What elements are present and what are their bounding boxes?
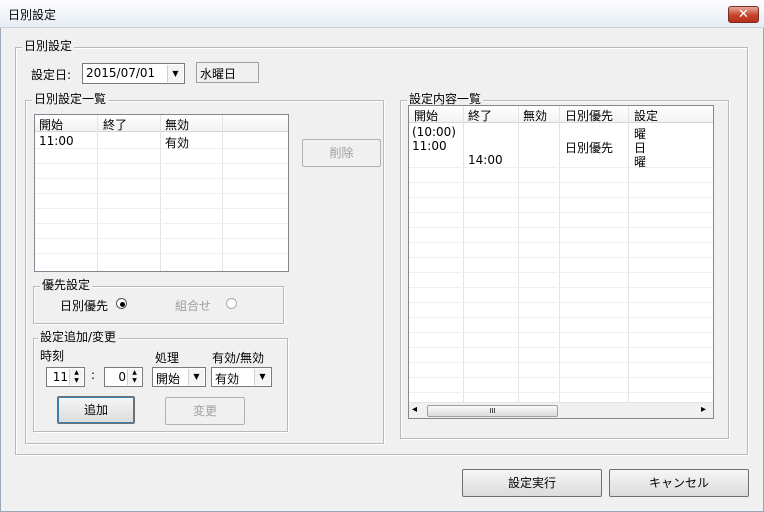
process-value: 開始	[156, 372, 181, 386]
daily-list-legend: 日別設定一覧	[32, 92, 109, 106]
priority-daily-radio[interactable]	[116, 298, 127, 309]
col-header-end[interactable]: 終了	[103, 116, 127, 133]
col-header-setting[interactable]: 設定	[634, 107, 658, 124]
valid-select[interactable]: 有効 ▼	[211, 367, 272, 387]
horizontal-scrollbar[interactable]: ◂ III ▸	[409, 402, 713, 418]
col-header-priority[interactable]: 日別優先	[565, 107, 613, 124]
date-label: 設定日:	[31, 68, 72, 82]
col-header-invalid[interactable]: 無効	[523, 107, 547, 124]
scroll-right-icon[interactable]: ▸	[701, 404, 706, 415]
hour-stepper[interactable]: 11 ▲ ▼	[46, 367, 85, 387]
priority-legend: 優先設定	[40, 278, 93, 292]
scroll-grip-icon: III	[489, 407, 496, 415]
row-start: (10:00)	[412, 125, 456, 139]
date-picker[interactable]: 2015/07/01 ▼	[82, 63, 185, 84]
delete-button[interactable]: 削除	[302, 139, 381, 167]
row-start: 11:00	[412, 139, 447, 153]
time-label: 時刻	[40, 349, 65, 363]
minute-stepper[interactable]: 0 ▲ ▼	[104, 367, 143, 387]
row-setting: 曜	[634, 155, 647, 169]
date-value: 2015/07/01	[86, 66, 156, 80]
valid-value: 有効	[215, 372, 240, 386]
col-header-start[interactable]: 開始	[39, 116, 63, 133]
daily-list[interactable]: 開始 終了 無効 11:00 有効	[34, 114, 289, 272]
execute-button[interactable]: 設定実行	[462, 469, 602, 497]
row-invalid: 有効	[165, 136, 190, 150]
chevron-down-icon[interactable]: ▼	[254, 369, 270, 385]
close-icon: ✕	[738, 7, 749, 22]
table-row[interactable]: 11:00 日別優先 日	[409, 139, 713, 155]
process-label: 処理	[155, 351, 180, 365]
priority-option-daily-label: 日別優先	[60, 299, 109, 313]
stepper-arrows-icon[interactable]: ▲ ▼	[127, 369, 141, 385]
priority-option-combine-label: 組合せ	[175, 299, 212, 313]
table-row[interactable]: 14:00 曜	[409, 153, 713, 169]
scroll-left-icon[interactable]: ◂	[412, 404, 417, 415]
daily-settings-legend: 日別設定	[22, 39, 75, 53]
minute-value: 0	[118, 370, 126, 384]
add-change-legend: 設定追加/変更	[38, 330, 119, 344]
chevron-down-icon[interactable]: ▼	[167, 65, 183, 82]
process-select[interactable]: 開始 ▼	[152, 367, 206, 387]
content-list-header: 開始 終了 無効 日別優先 設定	[409, 106, 713, 123]
time-colon: :	[91, 368, 96, 382]
close-button[interactable]: ✕	[728, 6, 759, 23]
col-header-start[interactable]: 開始	[414, 107, 438, 124]
hour-value: 11	[52, 370, 68, 384]
change-button[interactable]: 変更	[165, 397, 245, 425]
col-header-invalid[interactable]: 無効	[165, 116, 189, 133]
add-button[interactable]: 追加	[57, 396, 135, 424]
row-end: 14:00	[468, 153, 503, 167]
table-row[interactable]: 11:00 有効	[35, 133, 288, 150]
col-header-end[interactable]: 終了	[468, 107, 492, 124]
valid-label: 有効/無効	[212, 351, 265, 365]
stepper-arrows-icon[interactable]: ▲ ▼	[69, 369, 83, 385]
daily-list-header: 開始 終了 無効	[35, 115, 288, 132]
weekday-text: 水曜日	[200, 67, 237, 81]
scroll-thumb[interactable]: III	[427, 405, 558, 417]
chevron-down-icon[interactable]: ▼	[188, 369, 204, 385]
weekday-display: 水曜日	[196, 62, 259, 83]
content-list[interactable]: 開始 終了 無効 日別優先 設定 (10:00) 曜 11:00 日別優先 日 …	[408, 105, 714, 419]
title-bar: 日別設定 ✕	[0, 0, 764, 28]
window-title: 日別設定	[8, 8, 57, 22]
table-row[interactable]: (10:00) 曜	[409, 125, 713, 141]
cancel-button[interactable]: キャンセル	[609, 469, 749, 497]
priority-combine-radio[interactable]	[226, 298, 237, 309]
row-start: 11:00	[39, 134, 74, 148]
